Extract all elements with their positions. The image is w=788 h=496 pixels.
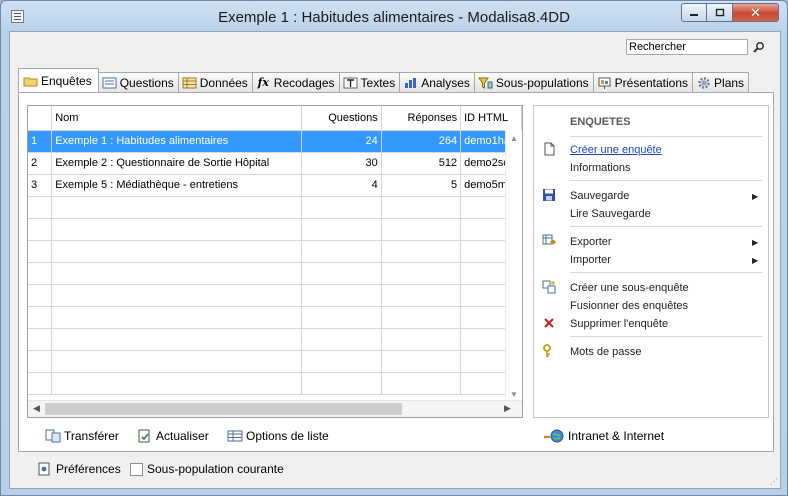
header-nom[interactable]: Nom — [51, 106, 303, 131]
scroll-right-icon[interactable]: ▶ — [504, 403, 511, 414]
save-icon — [543, 189, 555, 201]
tab-bar: Enquêtes Questions Données fx Recodages T… — [18, 68, 750, 92]
table-icon — [182, 76, 197, 90]
questions-icon — [102, 76, 117, 90]
minimize-button[interactable] — [681, 3, 707, 22]
tab-recodages[interactable]: fx Recodages — [251, 72, 340, 92]
importer-item[interactable]: Importer — [570, 254, 611, 266]
fusionner-item[interactable]: Fusionner des enquêtes — [570, 300, 688, 312]
close-button[interactable]: ✕ — [733, 3, 779, 22]
tab-sous-populations[interactable]: Sous-populations — [473, 72, 594, 92]
checkbox-box[interactable] — [130, 462, 143, 476]
submenu-arrow-icon: ▶ — [752, 192, 759, 201]
text-icon — [343, 76, 358, 90]
tab-analyses[interactable]: Analyses — [399, 72, 475, 92]
sauvegarde-item[interactable]: Sauvegarde — [570, 190, 629, 202]
minimize-icon — [690, 13, 698, 16]
presentation-icon — [597, 76, 612, 90]
sidebar-header: ENQUETES — [570, 116, 631, 128]
intranet-internet-button[interactable]: Intranet & Internet — [543, 429, 664, 443]
header-reponses[interactable]: Réponses — [381, 106, 462, 131]
search-input[interactable] — [626, 39, 748, 55]
informations-item[interactable]: Informations — [570, 162, 631, 174]
empty-row — [28, 218, 522, 241]
refresh-icon — [138, 429, 150, 443]
filter-icon — [477, 76, 493, 90]
empty-row — [28, 306, 522, 329]
tab-plans[interactable]: Plans — [692, 72, 750, 92]
new-document-icon — [544, 142, 555, 156]
divider — [570, 272, 762, 273]
divider — [570, 180, 762, 181]
gear-icon — [696, 76, 711, 90]
tab-questions[interactable]: Questions — [97, 72, 179, 92]
submenu-arrow-icon: ▶ — [752, 256, 759, 265]
app-window: Exemple 1 : Habitudes alimentaires - Mod… — [0, 0, 788, 496]
tab-enquetes[interactable]: Enquêtes — [18, 68, 99, 92]
create-survey-link[interactable]: Créer une enquête — [570, 144, 662, 156]
export-icon — [542, 234, 556, 245]
empty-row — [28, 328, 522, 351]
key-icon — [543, 344, 551, 357]
empty-row — [28, 372, 522, 395]
empty-row — [28, 196, 522, 219]
client-area: Enquêtes Questions Données fxRecodages T… — [9, 31, 781, 489]
globe-icon — [544, 429, 564, 443]
scroll-down-icon[interactable]: ▼ — [510, 390, 518, 399]
scroll-up-icon[interactable]: ▲ — [510, 134, 518, 143]
transfer-icon — [45, 429, 61, 443]
lire-sauvegarde-item[interactable]: Lire Sauvegarde — [570, 208, 651, 220]
horizontal-scrollbar[interactable]: ◀ ▶ — [28, 400, 522, 417]
window-title: Exemple 1 : Habitudes alimentaires - Mod… — [218, 9, 570, 26]
function-icon: fx — [257, 76, 269, 89]
transferer-button[interactable]: Transférer — [45, 429, 119, 443]
header-questions[interactable]: Questions — [301, 106, 382, 131]
table-row[interactable]: 3 Exemple 5 : Médiathèque - entretiens 4… — [28, 174, 522, 197]
window-controls: ✕ — [681, 3, 779, 22]
actions-sidebar: ENQUETES Créer une enquête Informations … — [533, 105, 769, 418]
bar-chart-icon — [403, 76, 418, 90]
divider — [570, 136, 762, 137]
mots-de-passe-item[interactable]: Mots de passe — [570, 346, 642, 358]
header-index — [28, 106, 53, 131]
tab-donnees[interactable]: Données — [177, 72, 253, 92]
maximize-icon — [715, 8, 724, 17]
sub-survey-icon — [542, 280, 556, 294]
title-bar[interactable]: Exemple 1 : Habitudes alimentaires - Mod… — [1, 1, 787, 31]
header-id-html[interactable]: ID HTML — [460, 106, 522, 131]
preferences-icon — [38, 462, 50, 476]
empty-row — [28, 350, 522, 373]
tab-textes[interactable]: Textes — [338, 72, 401, 92]
vertical-scrollbar[interactable]: ▲ ▼ — [505, 130, 522, 402]
survey-table[interactable]: Nom Questions Réponses ID HTML 1 Exemple… — [27, 105, 523, 418]
horizontal-scroll-thumb[interactable] — [45, 403, 402, 415]
preferences-button[interactable]: Préférences — [37, 462, 121, 476]
folder-icon — [23, 74, 38, 88]
divider — [570, 336, 762, 337]
supprimer-item[interactable]: Supprimer l'enquête — [570, 318, 668, 330]
creer-sous-enquete-item[interactable]: Créer une sous-enquête — [570, 282, 689, 294]
options-de-liste-button[interactable]: Options de liste — [227, 429, 329, 443]
search-icon[interactable] — [753, 41, 765, 53]
table-row[interactable]: 1 Exemple 1 : Habitudes alimentaires 24 … — [28, 130, 522, 153]
enquetes-panel: Nom Questions Réponses ID HTML 1 Exemple… — [18, 92, 774, 452]
resize-grip-icon[interactable]: ⋰ — [770, 477, 778, 486]
maximize-button[interactable] — [707, 3, 733, 22]
empty-row — [28, 262, 522, 285]
empty-row — [28, 240, 522, 263]
empty-row — [28, 284, 522, 307]
submenu-arrow-icon: ▶ — [752, 238, 759, 247]
delete-icon — [544, 318, 554, 328]
scroll-left-icon[interactable]: ◀ — [33, 403, 40, 414]
table-header: Nom Questions Réponses ID HTML — [28, 106, 522, 131]
divider — [570, 226, 762, 227]
close-icon: ✕ — [750, 4, 761, 20]
actualiser-button[interactable]: Actualiser — [137, 429, 209, 443]
exporter-item[interactable]: Exporter — [570, 236, 612, 248]
list-options-icon — [227, 430, 243, 442]
sous-population-courante-checkbox[interactable]: Sous-population courante — [130, 462, 284, 476]
table-row[interactable]: 2 Exemple 2 : Questionnaire de Sortie Hô… — [28, 152, 522, 175]
tab-presentations[interactable]: Présentations — [592, 72, 694, 92]
